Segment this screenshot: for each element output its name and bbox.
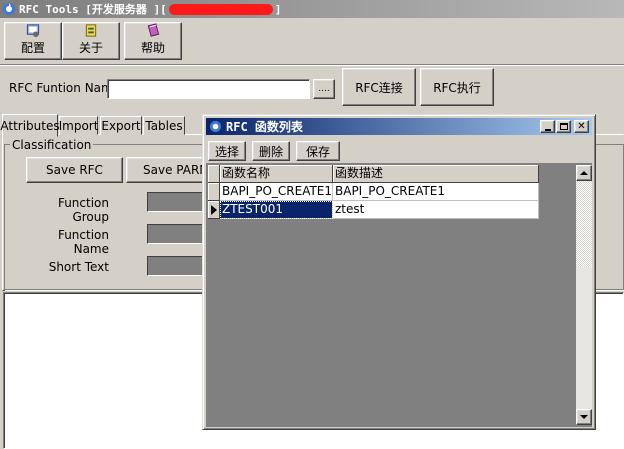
- select-button[interactable]: 选择: [208, 141, 246, 161]
- window-title: RFC Tools [开发服务器 ][: [19, 3, 167, 16]
- tab-export[interactable]: Export: [100, 116, 142, 135]
- dialog-title-bar[interactable]: RFC 函数列表 ✕: [206, 118, 592, 135]
- scroll-down-button[interactable]: [576, 409, 592, 425]
- rfc-connect-button[interactable]: RFC连接: [342, 68, 416, 106]
- scroll-up-button[interactable]: [576, 165, 592, 181]
- function-group-label: Function Group: [57, 196, 109, 224]
- save-list-button[interactable]: 保存: [296, 141, 340, 161]
- table-cell-name[interactable]: BAPI_PO_CREATE1: [220, 183, 333, 201]
- about-button[interactable]: 关于: [62, 22, 120, 60]
- column-header-name[interactable]: 函数名称: [220, 165, 333, 183]
- help-book-icon: [147, 23, 160, 37]
- help-button[interactable]: 帮助: [124, 22, 182, 60]
- tab-import[interactable]: Import: [59, 116, 98, 135]
- config-button[interactable]: 配置: [4, 22, 62, 60]
- scroll-down-arrow-icon: [580, 415, 588, 419]
- save-rfc-button[interactable]: Save RFC: [26, 157, 123, 183]
- tab-attributes[interactable]: Attributes: [0, 114, 60, 137]
- rfc-function-list-dialog: RFC 函数列表 ✕ 选择 删除 保存 函数名称 函数描述 BAPI_PO_CR…: [202, 114, 596, 430]
- dialog-app-icon: [209, 120, 222, 133]
- short-text-field[interactable]: [147, 256, 207, 276]
- scroll-up-arrow-icon: [580, 171, 588, 175]
- tab-tables[interactable]: Tables: [143, 116, 185, 135]
- help-label: 帮助: [140, 41, 165, 55]
- function-name-field[interactable]: [147, 224, 207, 244]
- function-name-field-label: Function Name: [57, 228, 109, 256]
- about-label: 关于: [78, 41, 103, 55]
- browse-button[interactable]: ....: [313, 79, 335, 99]
- minimize-icon: [544, 128, 551, 131]
- maximize-button[interactable]: [556, 120, 571, 133]
- current-row-indicator[interactable]: [208, 201, 220, 219]
- function-name-input[interactable]: [107, 79, 310, 99]
- app-icon: [2, 2, 16, 16]
- row-indicator[interactable]: [208, 183, 220, 201]
- scroll-track-shaded[interactable]: [576, 181, 592, 267]
- table-cell-desc[interactable]: BAPI_PO_CREATE1: [333, 183, 539, 201]
- column-header-desc[interactable]: 函数描述: [333, 165, 539, 183]
- redacted-server-name: [168, 3, 273, 15]
- rfc-execute-button[interactable]: RFC执行: [420, 68, 494, 106]
- classification-label: Classification: [10, 138, 94, 152]
- function-list-grid: 函数名称 函数描述 BAPI_PO_CREATE1 BAPI_PO_CREATE…: [206, 163, 592, 427]
- grid-corner: [208, 165, 220, 183]
- config-icon: [26, 24, 40, 38]
- maximize-icon: [559, 123, 568, 130]
- row-pointer-icon: [210, 204, 217, 215]
- dialog-title: RFC 函数列表: [226, 120, 303, 134]
- main-title-bar: RFC Tools [开发服务器 ][ ]: [0, 0, 624, 18]
- close-button[interactable]: ✕: [574, 120, 589, 133]
- table-cell-desc[interactable]: ztest: [333, 201, 539, 219]
- window-title-end: ]: [274, 2, 282, 16]
- toolbar-separator: [0, 64, 624, 66]
- vertical-scrollbar[interactable]: [576, 165, 592, 425]
- function-group-field[interactable]: [147, 192, 207, 212]
- about-icon: [85, 24, 97, 37]
- minimize-button[interactable]: [540, 120, 555, 133]
- config-label: 配置: [20, 41, 45, 55]
- table-cell-name-selected[interactable]: ZTEST001: [220, 201, 333, 219]
- close-icon: ✕: [577, 120, 586, 132]
- short-text-label: Short Text: [48, 260, 109, 274]
- delete-button[interactable]: 删除: [252, 141, 290, 161]
